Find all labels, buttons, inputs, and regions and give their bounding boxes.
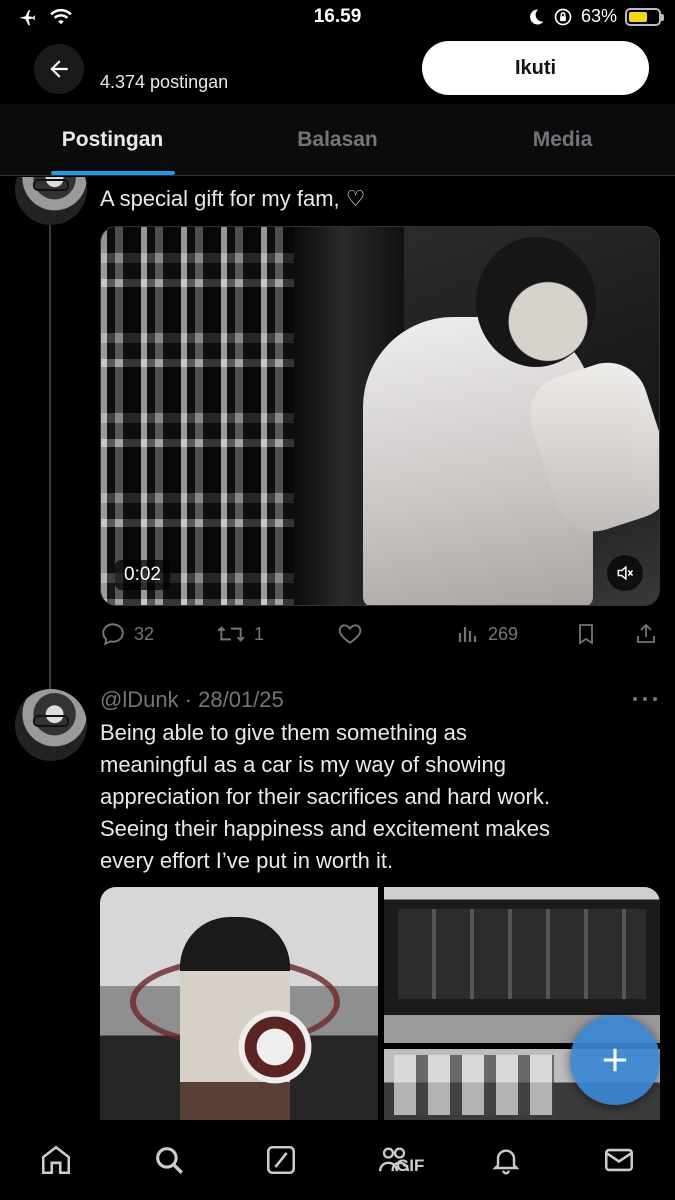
speaker-muted-icon: [617, 565, 634, 581]
post-text-line: every effort I’ve put in worth it.: [100, 848, 394, 873]
timeline: A special gift for my fam, ♡ 0:02 32 1 2…: [0, 177, 675, 1120]
tab-active-indicator: [50, 171, 175, 175]
post-text-line: Being able to give them something as: [100, 720, 467, 745]
mute-button[interactable]: [607, 555, 643, 591]
mail-icon: [604, 1148, 633, 1172]
reply-icon: [102, 623, 124, 646]
reply-count: 32: [134, 623, 155, 644]
gif-label: GIF: [396, 1156, 425, 1175]
photo-windows: [394, 1055, 554, 1115]
nav-notifications[interactable]: [450, 1120, 563, 1200]
post-text: Being able to give them something as mea…: [100, 717, 550, 877]
moon-icon: [529, 8, 544, 24]
status-right: 63%: [527, 6, 664, 27]
nav-messages[interactable]: [563, 1120, 675, 1200]
grok-icon: [267, 1145, 296, 1175]
post-text-line: appreciation for their sacrifices and ha…: [100, 784, 550, 809]
nav-communities[interactable]: GIF: [338, 1120, 451, 1200]
compose-button[interactable]: [570, 1015, 660, 1105]
battery-percent: 63%: [580, 6, 617, 26]
post-text-line: Seeing their happiness and excitement ma…: [100, 816, 551, 841]
post-text-line: meaningful as a car is my way of showing: [100, 752, 506, 777]
profile-header: 4.374 postingan Ikuti: [0, 36, 675, 104]
home-icon: [42, 1145, 71, 1175]
repost-count: 1: [254, 623, 265, 644]
status-bar: 16.59 63%: [0, 0, 675, 36]
post-text: A special gift for my fam, ♡: [100, 186, 366, 211]
nav-search[interactable]: [113, 1120, 226, 1200]
back-button[interactable]: [34, 44, 84, 94]
tab-label: Postingan: [61, 127, 164, 151]
post-video[interactable]: 0:02: [100, 226, 660, 606]
like-button[interactable]: [336, 621, 364, 647]
photo-flowers: [230, 1007, 320, 1087]
bell-icon: [492, 1149, 520, 1175]
profile-tabs: Postingan Balasan Media: [0, 104, 675, 176]
share-button[interactable]: [634, 621, 658, 647]
video-timestamp: 0:02: [115, 560, 170, 590]
tab-media[interactable]: Media: [450, 104, 675, 175]
photo-person-with-car[interactable]: [100, 887, 378, 1120]
reply-button[interactable]: 32: [100, 621, 154, 647]
avatar[interactable]: [15, 689, 87, 761]
tab-posts[interactable]: Postingan: [0, 104, 225, 175]
views-button[interactable]: 269: [456, 621, 518, 647]
battery-icon: [625, 7, 664, 26]
tab-label: Balasan: [297, 127, 378, 151]
tab-label: Media: [532, 127, 593, 151]
avatar[interactable]: [15, 177, 87, 225]
bookmark-icon: [579, 624, 593, 645]
bottom-navigation: GIF: [0, 1120, 675, 1200]
view-count: 269: [488, 623, 519, 644]
repost-button[interactable]: 1: [216, 621, 264, 647]
tab-replies[interactable]: Balasan: [225, 104, 450, 175]
nav-grok[interactable]: [225, 1120, 338, 1200]
bookmark-button[interactable]: [574, 621, 598, 647]
post-handle-date[interactable]: @lDunk · 28/01/25: [100, 687, 284, 713]
follow-button[interactable]: Ikuti: [422, 41, 649, 95]
thread-connector: [49, 217, 51, 699]
more-options-button[interactable]: [633, 689, 657, 709]
video-frame-head: [476, 237, 596, 367]
post-photo-grid: [100, 887, 660, 1120]
heart-icon: [338, 624, 362, 644]
post-actions: 32 1 269: [100, 621, 660, 651]
plus-icon: [603, 1048, 627, 1072]
search-icon: [155, 1147, 183, 1174]
nav-home[interactable]: [0, 1120, 113, 1200]
share-icon: [637, 623, 655, 643]
photo-windows: [398, 909, 646, 999]
arrow-left-icon: [50, 60, 68, 78]
orientation-lock-icon: [554, 8, 572, 25]
video-frame-plaid: [101, 227, 294, 605]
post-count: 4.374 postingan: [100, 72, 229, 92]
repost-icon: [217, 626, 245, 642]
bar-chart-icon: [458, 627, 477, 642]
